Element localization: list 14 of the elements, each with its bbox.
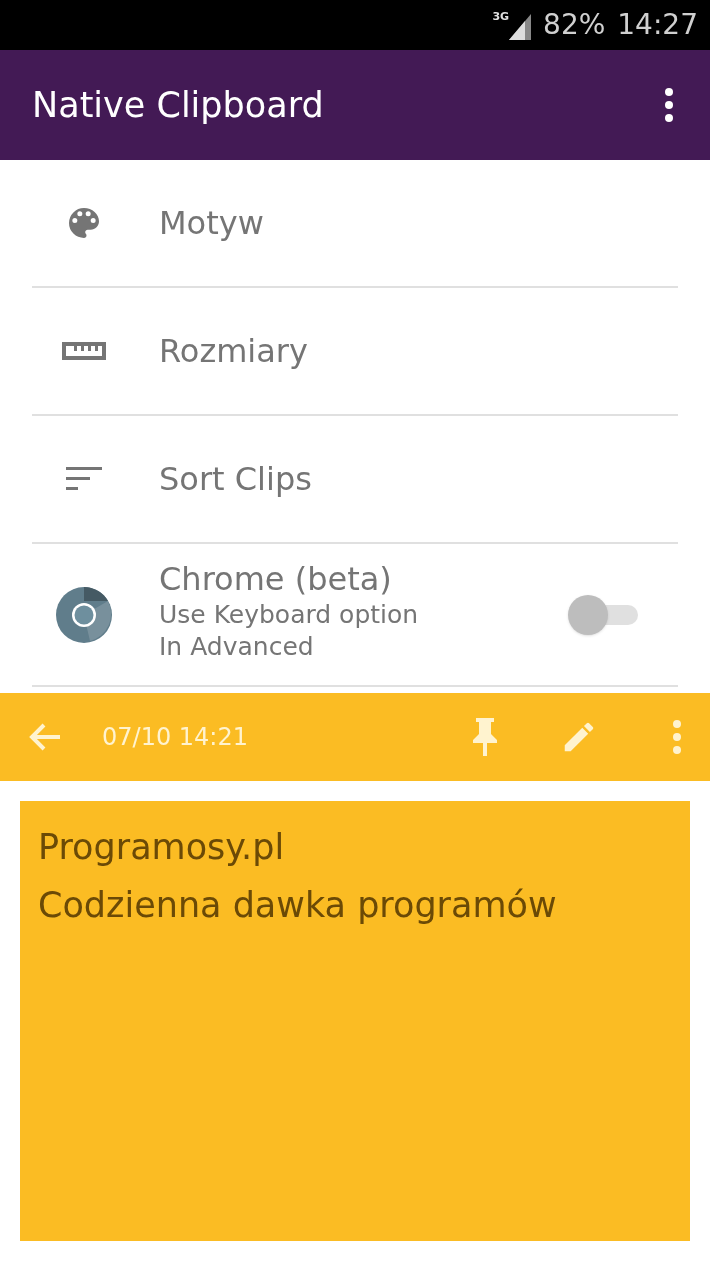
- clip-text: Codzienna dawka programów: [38, 884, 558, 927]
- network-label: 3G: [492, 10, 510, 22]
- clock: 14:27: [617, 7, 698, 43]
- item-title: Chrome (beta): [159, 558, 393, 599]
- item-subtitle: Use Keyboard option: [159, 598, 420, 631]
- settings-item[interactable]: Rozmiary: [32, 288, 678, 416]
- clip-date: 07/10 14:21: [102, 722, 248, 753]
- item-subtitle: In Advanced: [159, 630, 315, 663]
- settings-item[interactable]: Sort Clips: [32, 416, 678, 544]
- settings-item[interactable]: Motyw: [32, 160, 678, 288]
- app-title: Native Clipboard: [32, 83, 324, 127]
- battery-level: 82%: [543, 7, 606, 43]
- clip-text: Programosy.pl: [38, 826, 286, 869]
- settings-item[interactable]: Chrome (beta) Use Keyboard option In Advanced: [32, 544, 678, 687]
